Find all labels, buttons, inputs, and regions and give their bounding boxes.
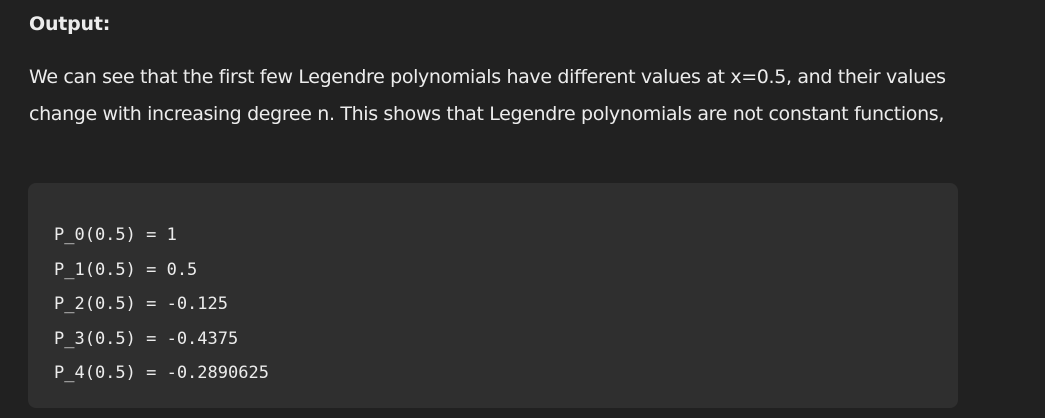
- code-line: P_0(0.5) = 1: [54, 225, 177, 245]
- explanation-paragraph: We can see that the first few Legendre p…: [29, 66, 946, 125]
- output-heading: Output:: [29, 13, 111, 35]
- code-line: P_1(0.5) = 0.5: [54, 259, 198, 280]
- code-block: P_0(0.5) = 1 P_1(0.5) = 0.5 P_2(0.5) = -…: [28, 183, 958, 408]
- code-line: P_4(0.5) = -0.2890625: [54, 363, 269, 383]
- code-line: P_3(0.5) = -0.4375: [54, 328, 239, 349]
- code-line: P_2(0.5) = -0.125: [54, 294, 228, 314]
- code-lines: P_0(0.5) = 1 P_1(0.5) = 0.5 P_2(0.5) = -…: [54, 218, 269, 391]
